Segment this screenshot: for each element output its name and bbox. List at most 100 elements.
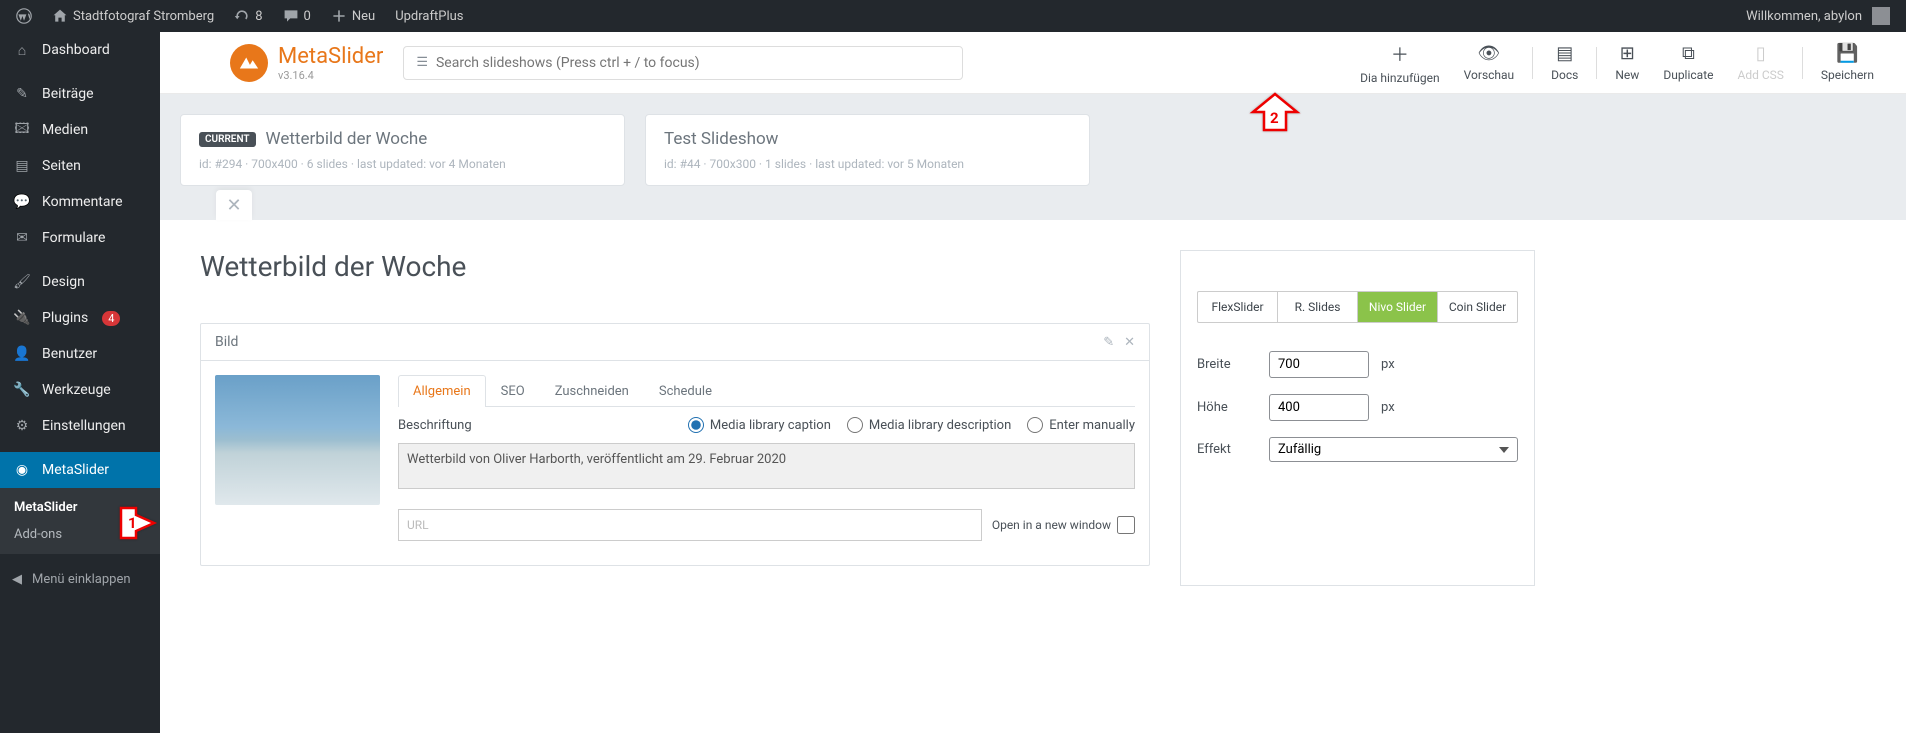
type-nivo[interactable]: Nivo Slider	[1358, 292, 1438, 322]
menu-design[interactable]: 🖌Design	[0, 264, 160, 300]
caption-label: Beschriftung	[398, 418, 472, 433]
tab-close-bar: ✕	[160, 186, 1906, 220]
slide-tabs: Allgemein SEO Zuschneiden Schedule	[398, 375, 1135, 407]
slideshow-title[interactable]: Wetterbild der Woche	[200, 250, 1150, 283]
slider-type-tabs: FlexSlider R. Slides Nivo Slider Coin Sl…	[1197, 291, 1518, 323]
slide-thumbnail[interactable]	[215, 375, 380, 505]
new-button[interactable]: ⊞New	[1603, 43, 1651, 82]
menu-icon: ☰	[416, 55, 428, 70]
type-rslides[interactable]: R. Slides	[1278, 292, 1358, 322]
width-label: Breite	[1197, 357, 1257, 372]
slideshow-card[interactable]: Test Slideshow id: #44 · 700x300 · 1 sli…	[645, 114, 1090, 186]
docs-button[interactable]: ▤Docs	[1539, 43, 1590, 82]
comments-link[interactable]: 0	[275, 0, 319, 32]
radio-media-caption[interactable]: Media library caption	[688, 417, 831, 433]
eye-icon: 👁	[1477, 43, 1500, 64]
search-input[interactable]	[436, 55, 950, 71]
effect-label: Effekt	[1197, 442, 1257, 457]
page-icon: ▤	[12, 156, 32, 176]
tab-general[interactable]: Allgemein	[398, 375, 486, 407]
menu-settings[interactable]: ⚙Einstellungen	[0, 408, 160, 444]
refresh-icon	[234, 8, 250, 24]
plug-icon: 🔌	[12, 308, 32, 328]
duplicate-button[interactable]: ⧉Duplicate	[1651, 43, 1725, 82]
preview-button[interactable]: 👁Vorschau	[1452, 43, 1527, 82]
radio-media-desc[interactable]: Media library description	[847, 417, 1011, 433]
edit-icon[interactable]: ✎	[1103, 335, 1114, 350]
menu-pages[interactable]: ▤Seiten	[0, 148, 160, 184]
plus-icon: ＋	[1391, 41, 1409, 67]
slide-type-label: Bild	[215, 334, 238, 350]
metaslider-logo-icon	[230, 44, 268, 82]
welcome-link[interactable]: Willkommen, abylon	[1738, 0, 1898, 32]
open-new-window[interactable]: Open in a new window	[992, 516, 1135, 534]
tab-schedule[interactable]: Schedule	[644, 375, 727, 407]
save-button[interactable]: 💾Speichern	[1809, 43, 1886, 82]
comment-icon	[283, 8, 299, 24]
menu-posts[interactable]: ✎Beiträge	[0, 76, 160, 112]
dashboard-icon: ⌂	[12, 40, 32, 60]
caption-textarea[interactable]: Wetterbild von Oliver Harborth, veröffen…	[398, 443, 1135, 489]
plus-icon	[331, 8, 347, 24]
slide-panel: Bild ✎ ✕ Allgemein SEO Zuschneiden Sched…	[200, 323, 1150, 566]
menu-plugins[interactable]: 🔌Plugins4	[0, 300, 160, 336]
main-content: MetaSlider v3.16.4 ☰ ＋Dia hinzufügen 👁Vo…	[160, 32, 1906, 733]
menu-media[interactable]: 🖾Medien	[0, 112, 160, 148]
gear-icon: ⚙	[12, 416, 32, 436]
submenu-addons[interactable]: Add-ons	[0, 521, 160, 548]
user-icon: 👤	[12, 344, 32, 364]
plus-square-icon: ⊞	[1620, 43, 1635, 64]
menu-forms[interactable]: ✉Formulare	[0, 220, 160, 256]
metaslider-icon: ◉	[12, 460, 32, 480]
site-name: Stadtfotograf Stromberg	[73, 9, 214, 24]
slideshow-cards: CURRENTWetterbild der Woche id: #294 · 7…	[160, 94, 1906, 186]
add-css-button[interactable]: ▯Add CSS	[1726, 43, 1796, 82]
settings-panel: FlexSlider R. Slides Nivo Slider Coin Sl…	[1180, 250, 1535, 586]
slideshow-card-current[interactable]: CURRENTWetterbild der Woche id: #294 · 7…	[180, 114, 625, 186]
book-icon: ▤	[1556, 43, 1573, 64]
chevron-left-icon: ◀	[12, 572, 22, 587]
close-icon: ✕	[226, 195, 241, 216]
product-name: MetaSlider	[278, 44, 383, 69]
submenu-metaslider-main[interactable]: MetaSlider	[0, 494, 160, 521]
wp-sidebar: ⌂Dashboard ✎Beiträge 🖾Medien ▤Seiten 💬Ko…	[0, 32, 160, 733]
site-link[interactable]: Stadtfotograf Stromberg	[44, 0, 222, 32]
file-icon: ▯	[1756, 43, 1766, 64]
height-input[interactable]	[1269, 394, 1369, 421]
copy-icon: ⧉	[1682, 43, 1695, 64]
add-slide-button[interactable]: ＋Dia hinzufügen	[1348, 41, 1452, 85]
tab-crop[interactable]: Zuschneiden	[540, 375, 644, 407]
menu-dashboard[interactable]: ⌂Dashboard	[0, 32, 160, 68]
type-flexslider[interactable]: FlexSlider	[1198, 292, 1278, 322]
metaslider-logo: MetaSlider v3.16.4	[230, 44, 383, 82]
effect-select[interactable]: Zufällig	[1269, 437, 1518, 462]
tab-seo[interactable]: SEO	[486, 375, 540, 407]
media-icon: 🖾	[12, 120, 32, 140]
new-link[interactable]: Neu	[323, 0, 383, 32]
menu-comments[interactable]: 💬Kommentare	[0, 184, 160, 220]
wp-admin-bar: Stadtfotograf Stromberg 8 0 Neu UpdraftP…	[0, 0, 1906, 32]
updates-link[interactable]: 8	[226, 0, 270, 32]
radio-manual[interactable]: Enter manually	[1027, 417, 1135, 433]
comment-icon: 💬	[12, 192, 32, 212]
plugins-badge: 4	[102, 311, 120, 326]
menu-tools[interactable]: 🔧Werkzeuge	[0, 372, 160, 408]
close-cards-button[interactable]: ✕	[216, 190, 252, 220]
wrench-icon: 🔧	[12, 380, 32, 400]
type-coin[interactable]: Coin Slider	[1438, 292, 1517, 322]
submenu-metaslider: MetaSlider Add-ons	[0, 488, 160, 554]
url-input[interactable]: URL	[398, 509, 982, 541]
width-input[interactable]	[1269, 351, 1369, 378]
menu-metaslider[interactable]: ◉MetaSlider	[0, 452, 160, 488]
delete-icon[interactable]: ✕	[1124, 335, 1135, 350]
updraft-link[interactable]: UpdraftPlus	[387, 0, 471, 32]
wp-logo[interactable]	[8, 0, 40, 32]
metaslider-header: MetaSlider v3.16.4 ☰ ＋Dia hinzufügen 👁Vo…	[160, 32, 1906, 94]
collapse-menu[interactable]: ◀Menü einklappen	[0, 562, 160, 597]
avatar	[1872, 7, 1890, 25]
search-slideshow[interactable]: ☰	[403, 46, 963, 80]
height-label: Höhe	[1197, 400, 1257, 415]
menu-users[interactable]: 👤Benutzer	[0, 336, 160, 372]
save-icon: 💾	[1836, 43, 1858, 64]
product-version: v3.16.4	[278, 69, 383, 82]
